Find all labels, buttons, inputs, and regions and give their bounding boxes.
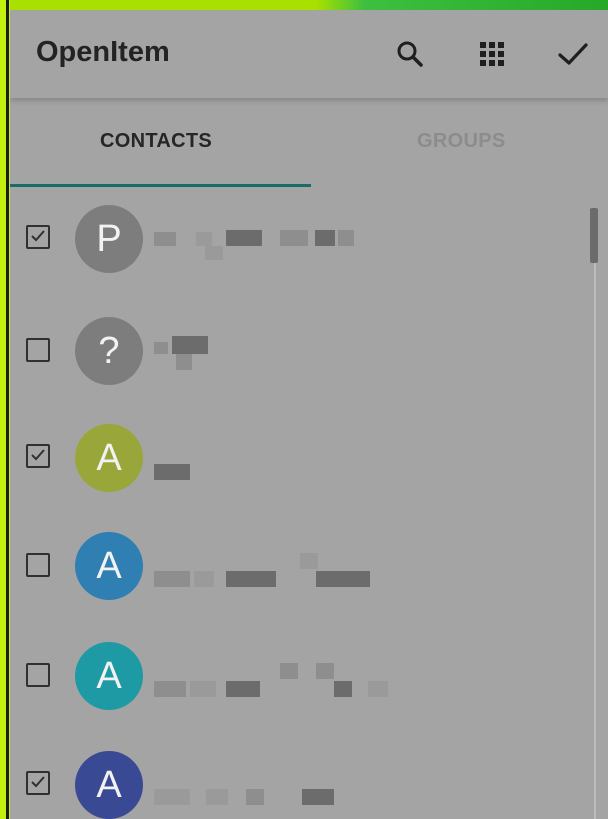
list-item[interactable]: ?	[10, 302, 585, 412]
list-item[interactable]: P	[10, 192, 585, 302]
app-title: OpenItem	[36, 36, 170, 68]
checkbox-unchecked[interactable]	[26, 338, 50, 362]
checkbox-checked[interactable]	[26, 771, 50, 795]
phone-screen: OpenItem CONTACTS GROUPS P ? A A A A	[10, 10, 608, 819]
avatar: A	[75, 532, 143, 600]
avatar: ?	[75, 317, 143, 385]
contact-list: P ? A A A A	[10, 192, 608, 819]
list-item[interactable]: A	[10, 629, 585, 739]
checkbox-unchecked[interactable]	[26, 663, 50, 687]
search-icon[interactable]	[390, 34, 430, 74]
list-item[interactable]: A	[10, 519, 585, 629]
top-edge	[0, 0, 608, 10]
list-item[interactable]: A	[10, 410, 585, 520]
tab-contacts[interactable]: CONTACTS	[100, 130, 212, 153]
dialpad-grid-icon[interactable]	[472, 34, 512, 74]
app-bar: OpenItem	[10, 10, 608, 98]
checkbox-checked[interactable]	[26, 444, 50, 468]
tab-groups[interactable]: GROUPS	[417, 130, 505, 153]
scrollbar-thumb[interactable]	[590, 208, 598, 263]
tab-bar: CONTACTS GROUPS	[10, 100, 608, 192]
tab-selected-indicator	[10, 184, 311, 187]
list-item[interactable]: A	[10, 739, 585, 819]
scrollbar-track[interactable]	[594, 215, 596, 819]
checkmark-icon[interactable]	[553, 34, 593, 74]
avatar: P	[75, 205, 143, 273]
checkbox-unchecked[interactable]	[26, 553, 50, 577]
checkbox-checked[interactable]	[26, 225, 50, 249]
avatar: A	[75, 642, 143, 710]
avatar: A	[75, 424, 143, 492]
left-edge	[0, 0, 10, 819]
avatar: A	[75, 751, 143, 819]
